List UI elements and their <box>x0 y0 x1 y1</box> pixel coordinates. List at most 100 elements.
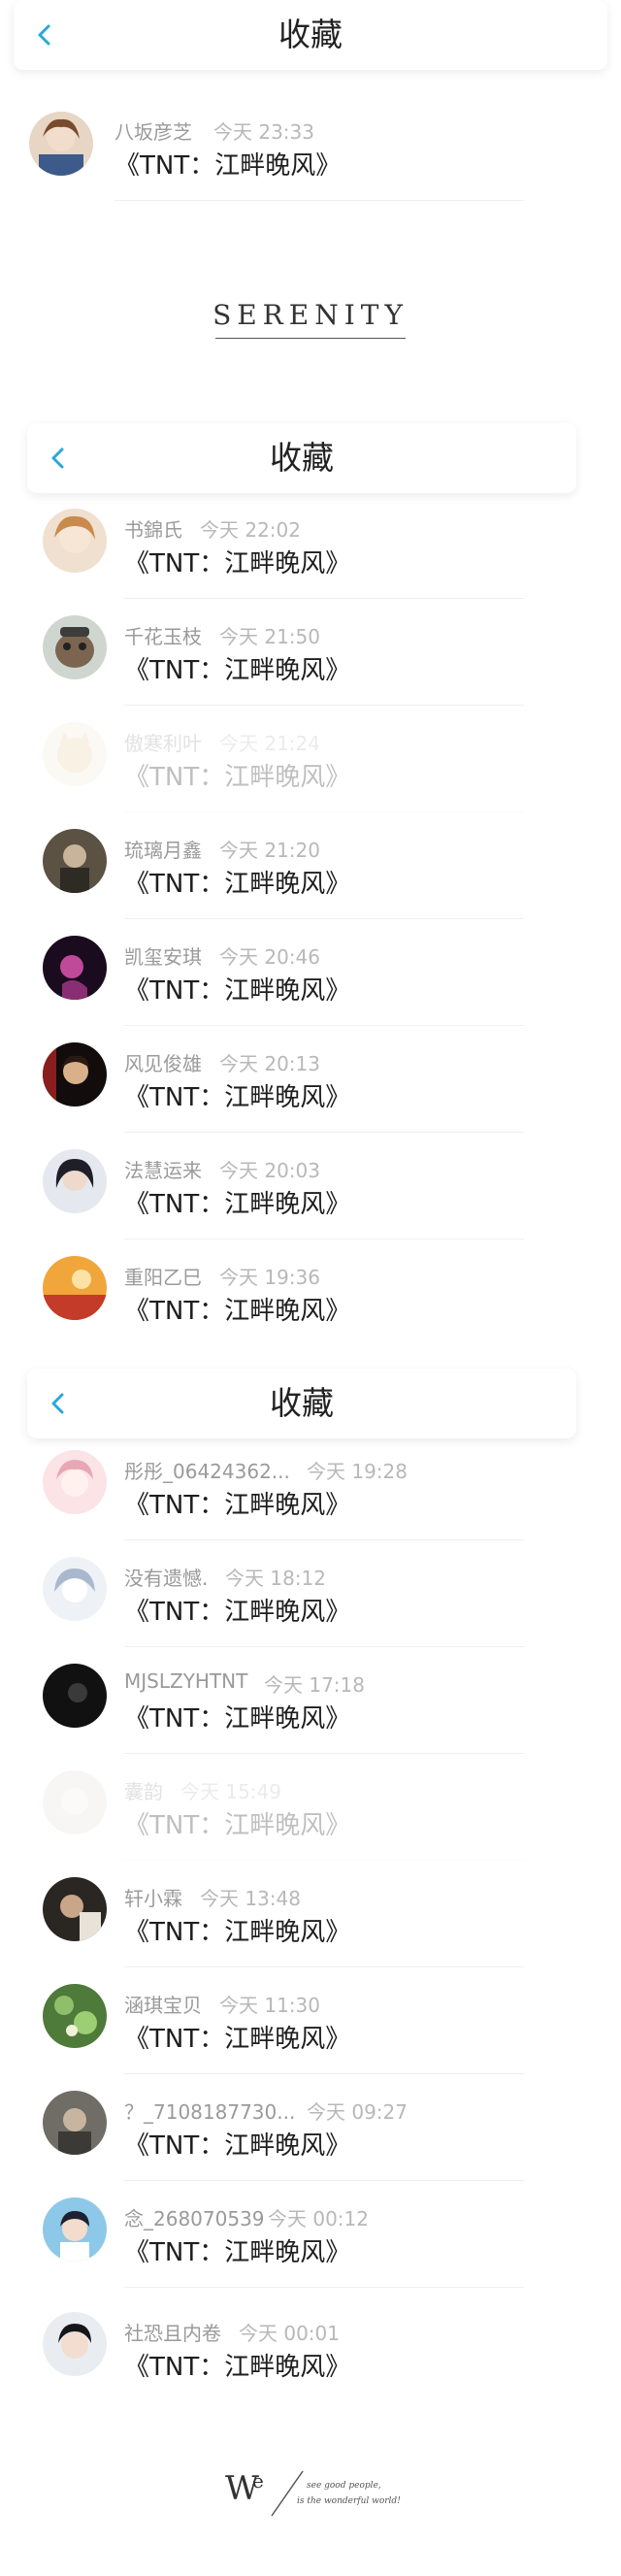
user-name: ？_7108187730... <box>124 2100 296 2124</box>
avatar <box>43 1664 107 1728</box>
divider <box>124 1966 524 1967</box>
book-title: 《TNT：江畔晚风》 <box>124 549 351 578</box>
book-title: 《TNT：江畔晚风》 <box>124 2353 351 2382</box>
timestamp: 今天 00:12 <box>268 2207 369 2230</box>
book-title: 《TNT：江畔晚风》 <box>124 976 351 1006</box>
timestamp: 今天 20:13 <box>219 1052 320 1075</box>
avatar <box>43 1149 107 1213</box>
book-title: 《TNT：江畔晚风》 <box>124 2025 351 2054</box>
list-item[interactable]: 千花玉枝 今天 21:50 《TNT：江畔晚风》 <box>0 611 621 718</box>
avatar <box>43 1450 107 1514</box>
user-name: 琉璃月鑫 <box>124 839 202 862</box>
user-name: 法慧运来 <box>124 1159 202 1182</box>
list-item[interactable]: 没有遗憾. 今天 18:12 《TNT：江畔晚风》 <box>0 1553 621 1660</box>
user-name: 八坂彦芝 <box>114 120 192 144</box>
divider <box>124 2073 524 2074</box>
book-title: 《TNT：江畔晚风》 <box>124 1190 351 1219</box>
divider <box>124 598 524 599</box>
avatar <box>29 112 93 176</box>
footer-logo: W e see good people, is the wonderful wo… <box>225 2465 409 2524</box>
user-name: 没有遗憾. <box>124 1567 209 1590</box>
user-name: 轩小霖 <box>124 1887 182 1910</box>
divider <box>124 918 524 919</box>
list-item[interactable]: 琉璃月鑫 今天 21:20 《TNT：江畔晚风》 <box>0 825 621 932</box>
list-item[interactable]: 风见俊雄 今天 20:13 《TNT：江畔晚风》 <box>0 1039 621 1145</box>
user-name: 囊韵 <box>124 1780 163 1803</box>
list-item[interactable]: 轩小霖 今天 13:48 《TNT：江畔晚风》 <box>0 1873 621 1980</box>
user-name: 念_268070539 <box>124 2207 265 2230</box>
user-name: 社恐且内卷 <box>124 2322 221 2345</box>
book-title: 《TNT：江畔晚风》 <box>124 1598 351 1627</box>
serenity-underline <box>215 338 406 339</box>
book-title: 《TNT：江畔晚风》 <box>124 1491 351 1520</box>
book-title: 《TNT：江畔晚风》 <box>124 2131 351 2161</box>
user-name: 重阳乙巳 <box>124 1266 202 1289</box>
header-bar: 收藏 <box>27 1369 576 1438</box>
book-title: 《TNT：江畔晚风》 <box>114 151 342 181</box>
avatar <box>43 615 107 679</box>
avatar <box>43 2091 107 2155</box>
page-title: 收藏 <box>270 1384 334 1422</box>
list-item[interactable]: MJSLZYHTNT 今天 17:18 《TNT：江畔晚风》 <box>0 1660 621 1767</box>
divider <box>124 1753 524 1754</box>
timestamp: 今天 19:36 <box>219 1266 320 1289</box>
avatar <box>43 829 107 893</box>
divider <box>124 1860 524 1861</box>
avatar <box>43 1984 107 2048</box>
divider <box>124 2287 524 2288</box>
header-bar: 收藏 <box>27 423 576 493</box>
list-item[interactable]: 凯玺安琪 今天 20:46 《TNT：江畔晚风》 <box>0 932 621 1039</box>
divider <box>124 1539 524 1540</box>
book-title: 《TNT：江畔晚风》 <box>124 1918 351 1947</box>
list-item[interactable]: 法慧运来 今天 20:03 《TNT：江畔晚风》 <box>0 1145 621 1252</box>
serenity-banner: SERENITY <box>212 299 409 331</box>
book-title: 《TNT：江畔晚风》 <box>124 2238 351 2267</box>
book-title: 《TNT：江畔晚风》 <box>124 870 351 899</box>
list-item[interactable]: 重阳乙巳 今天 19:36 《TNT：江畔晚风》 <box>0 1252 621 1359</box>
list-item[interactable]: 彤彤_06424362... 今天 19:28 《TNT：江畔晚风》 <box>0 1446 621 1553</box>
list-item[interactable]: 念_268070539 今天 00:12 《TNT：江畔晚风》 <box>0 2194 621 2300</box>
timestamp: 今天 19:28 <box>307 1460 408 1483</box>
avatar <box>43 2197 107 2262</box>
logo-tagline-1: see good people, <box>307 2481 381 2491</box>
timestamp: 今天 22:02 <box>200 518 301 542</box>
timestamp: 今天 21:24 <box>219 732 320 755</box>
divider <box>124 1025 524 1026</box>
user-name: 风见俊雄 <box>124 1052 202 1075</box>
timestamp: 今天 17:18 <box>264 1673 365 1697</box>
timestamp: 今天 21:20 <box>219 839 320 862</box>
logo-slash <box>271 2470 304 2517</box>
avatar <box>43 1256 107 1320</box>
divider <box>124 2180 524 2181</box>
timestamp: 今天 20:46 <box>219 945 320 969</box>
timestamp: 今天 11:30 <box>219 1994 320 2017</box>
user-name: 彤彤_06424362... <box>124 1460 290 1483</box>
list-item[interactable]: 囊韵 今天 15:49 《TNT：江畔晚风》 <box>0 1767 621 1873</box>
divider <box>114 200 524 201</box>
list-item[interactable]: 八坂彦芝 今天 23:33 《TNT：江畔晚风》 <box>0 107 621 214</box>
divider <box>124 705 524 706</box>
user-name: 涵琪宝贝 <box>124 1994 202 2017</box>
list-item[interactable]: 涵琪宝贝 今天 11:30 《TNT：江畔晚风》 <box>0 1980 621 2087</box>
user-name: 傲寒利叶 <box>124 732 202 755</box>
user-name: 书錦氏 <box>124 518 182 542</box>
logo-we-sup: e <box>252 2469 264 2493</box>
book-title: 《TNT：江畔晚风》 <box>124 1704 351 1734</box>
list-item[interactable]: 社恐且内卷 今天 00:01 《TNT：江畔晚风》 <box>0 2308 621 2415</box>
timestamp: 今天 09:27 <box>307 2100 408 2124</box>
user-name: 千花玉枝 <box>124 625 202 648</box>
divider <box>124 1132 524 1133</box>
timestamp: 今天 00:01 <box>239 2322 340 2345</box>
user-name: 凯玺安琪 <box>124 945 202 969</box>
list-item[interactable]: 书錦氏 今天 22:02 《TNT：江畔晚风》 <box>0 505 621 611</box>
timestamp: 今天 20:03 <box>219 1159 320 1182</box>
avatar <box>43 1877 107 1941</box>
timestamp: 今天 23:33 <box>213 120 314 144</box>
list-item[interactable]: 傲寒利叶 今天 21:24 《TNT：江畔晚风》 <box>0 718 621 825</box>
book-title: 《TNT：江畔晚风》 <box>124 656 351 685</box>
divider <box>124 1238 524 1239</box>
list-item[interactable]: ？_7108187730... 今天 09:27 《TNT：江畔晚风》 <box>0 2087 621 2194</box>
book-title: 《TNT：江畔晚风》 <box>124 1083 351 1112</box>
book-title: 《TNT：江畔晚风》 <box>124 1811 351 1840</box>
timestamp: 今天 18:12 <box>225 1567 326 1590</box>
